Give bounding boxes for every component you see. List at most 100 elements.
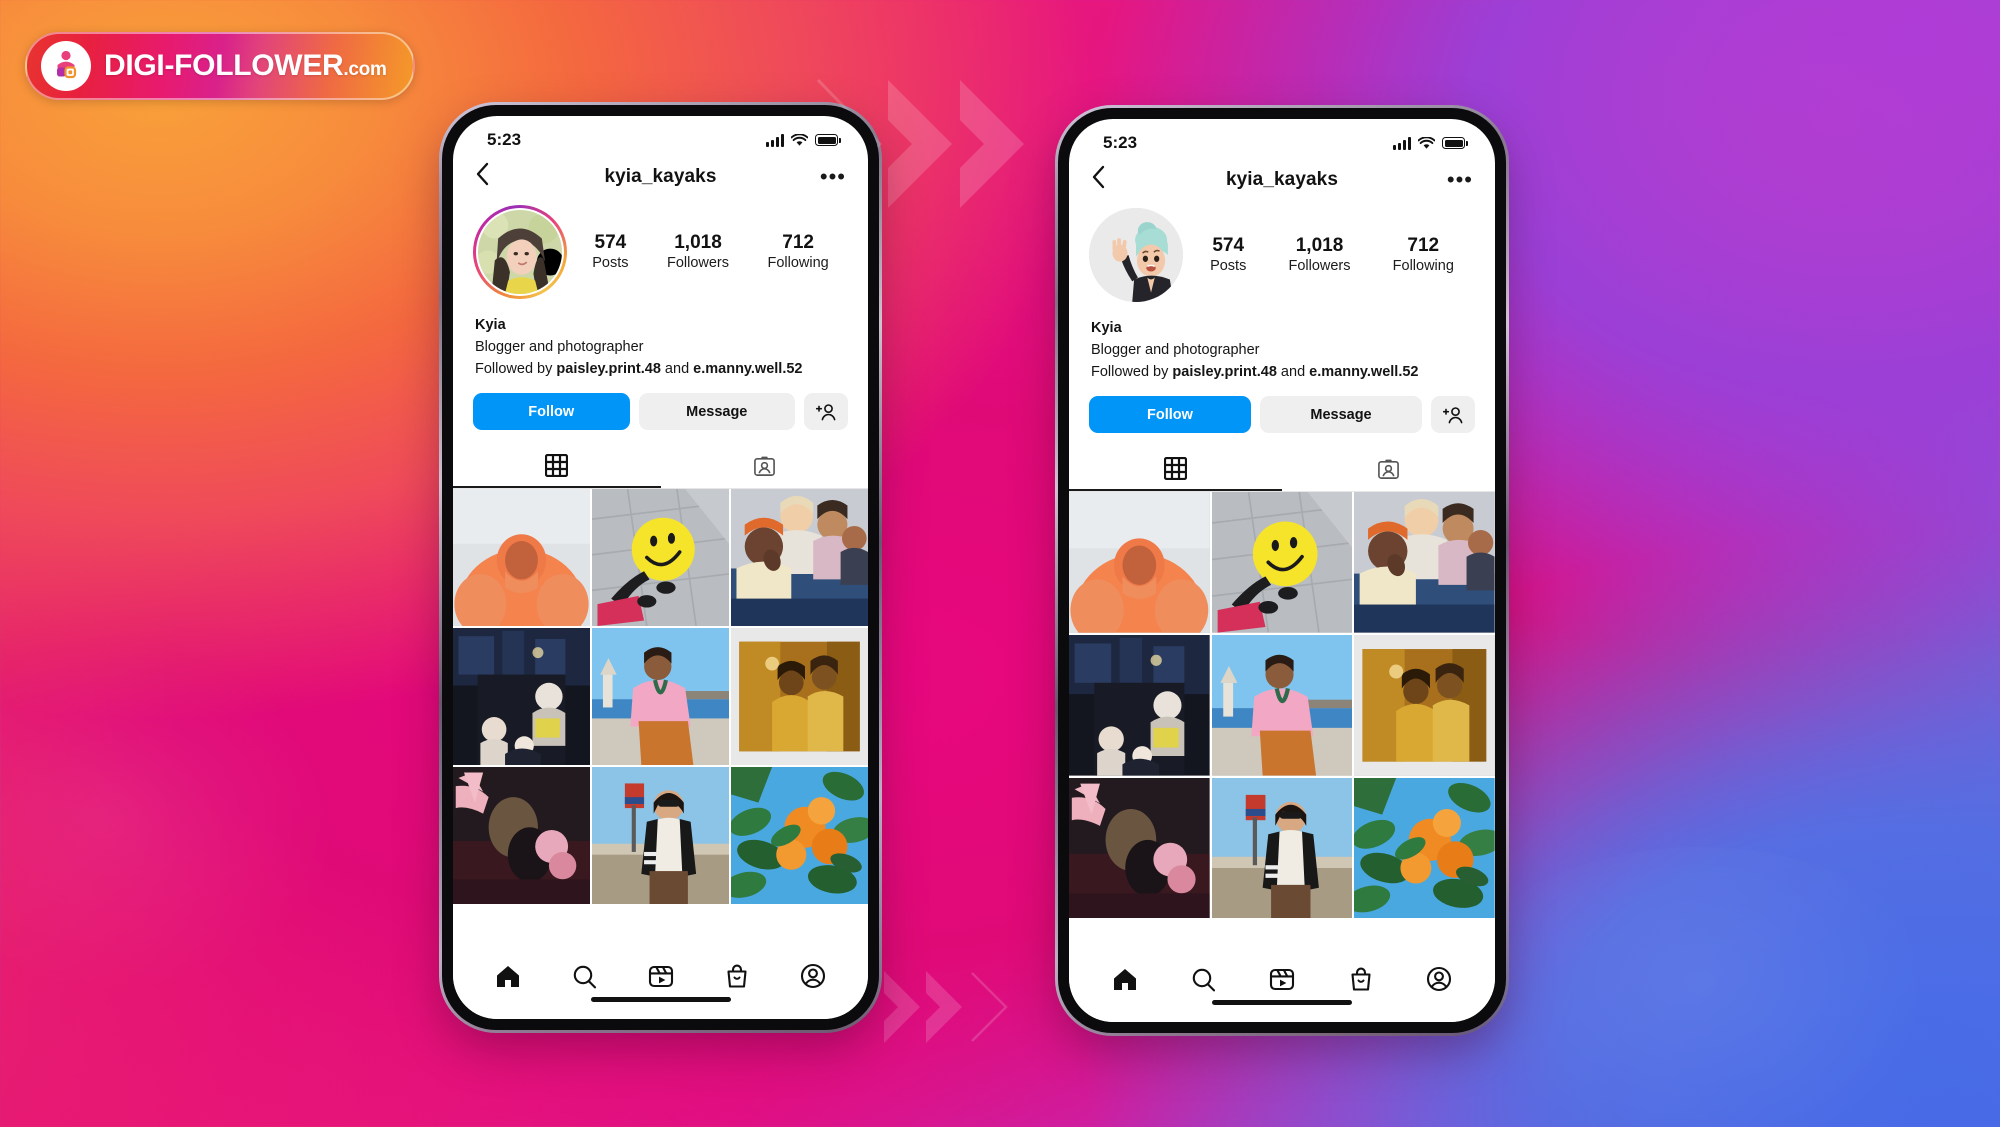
followed-by-prefix: Followed by [1091,363,1173,380]
grid-photo-8[interactable] [592,767,729,905]
grid-photo-5[interactable] [1211,634,1353,776]
stat-following-label: Following [767,255,829,272]
reels-icon[interactable] [1269,967,1295,992]
grid-photo-6[interactable] [731,628,868,766]
grid-photo-5[interactable] [592,628,729,766]
profile-header: kyia_kayaks ••• [1069,155,1495,202]
profile-description: Blogger and photographer [1091,341,1260,358]
grid-photo-4[interactable] [1069,634,1210,776]
home-icon[interactable] [1112,967,1138,992]
profile-bio: Kyia Blogger and photographer Followed b… [1069,302,1495,383]
status-time: 5:23 [487,130,522,149]
followed-by-user-2[interactable]: e.manny.well.52 [693,361,802,377]
profile-tabs [1069,448,1495,493]
grid-photo-7[interactable] [453,767,590,905]
grid-photo-1[interactable] [453,489,590,627]
tab-tagged[interactable] [1282,448,1495,491]
brand-logo-tld: .com [343,59,387,80]
chevron-left-icon[interactable] [475,162,505,191]
battery-full-icon [815,134,841,146]
grid-photo-1[interactable] [1069,492,1210,633]
profile-stats: 574 Posts 1,018 Followers 712 Following [1183,234,1475,277]
stat-followers-label: Followers [1288,258,1351,275]
profile-bio: Kyia Blogger and photographer Followed b… [453,299,868,380]
reels-icon[interactable] [648,964,674,989]
photo-grid [1069,492,1495,919]
profile-icon[interactable] [800,963,826,989]
photo-grid [453,489,868,905]
grid-photo-6[interactable] [1354,634,1495,776]
profile-summary-row: 574 Posts 1,018 Followers 712 Following [1069,202,1495,302]
grid-photo-8[interactable] [1211,777,1353,919]
stat-following[interactable]: 712 Following [767,231,828,274]
profile-description: Blogger and photographer [475,338,644,355]
status-bar: 5:23 [1069,119,1495,155]
phone-right: 5:23 kyia_kayaks ••• 574 Posts 1,018 Fol… [1055,105,1509,1036]
stat-posts[interactable]: 574 Posts [592,231,628,274]
grid-photo-4[interactable] [453,628,590,766]
follow-button[interactable]: Follow [473,393,630,431]
tab-tagged[interactable] [661,445,869,488]
stat-posts-label: Posts [1210,258,1247,275]
home-indicator [1069,1000,1495,1022]
cellular-signal-icon [1393,136,1411,150]
avatar[interactable] [1089,208,1183,302]
page-title: kyia_kayaks [1225,168,1339,190]
profile-summary-row: 574 Posts 1,018 Followers 712 Following [453,199,868,299]
stat-following-value: 712 [1407,234,1440,256]
home-icon[interactable] [495,964,521,989]
grid-photo-7[interactable] [1069,777,1210,919]
more-options-icon[interactable]: ••• [1443,168,1473,190]
profile-display-name: Kyia [1091,320,1122,336]
avatar[interactable] [473,205,567,299]
brand-logo[interactable]: DIGI-FOLLOWER.com [25,32,415,100]
profile-display-name: Kyia [475,317,506,333]
shop-icon[interactable] [725,964,749,989]
stat-following-label: Following [1392,258,1454,275]
grid-photo-9[interactable] [1354,777,1495,919]
profile-icon[interactable] [1426,966,1452,992]
search-icon[interactable] [572,964,597,989]
grid-tab-icon [545,454,569,478]
stat-posts-value: 574 [1212,234,1245,256]
add-person-button[interactable] [1431,396,1475,434]
stat-followers[interactable]: 1,018 Followers [1288,234,1350,277]
stat-posts[interactable]: 574 Posts [1210,234,1246,277]
stat-followers-label: Followers [666,255,730,272]
grid-photo-3[interactable] [731,489,868,627]
followed-by-user-1[interactable]: paisley.print.48 [1172,364,1277,380]
instagram-profile-screen-right: 5:23 kyia_kayaks ••• 574 Posts 1,018 Fol… [1069,119,1495,1022]
profile-stats: 574 Posts 1,018 Followers 712 Following [567,231,848,274]
bottom-navigation [1069,954,1495,1000]
phone-left: 5:23 kyia_kayaks ••• 574 Posts 1,018 Fol… [439,102,882,1033]
wifi-icon [1418,136,1435,149]
followed-by-user-2[interactable]: e.manny.well.52 [1309,364,1418,380]
grid-photo-2[interactable] [592,489,729,627]
message-button[interactable]: Message [638,393,795,431]
grid-photo-2[interactable] [1211,492,1353,633]
status-bar: 5:23 [453,116,868,152]
tab-grid[interactable] [453,445,661,489]
status-time: 5:23 [1103,133,1138,152]
stat-followers[interactable]: 1,018 Followers [667,231,729,274]
chevron-right-decoration-bottom [884,971,1008,1043]
message-button[interactable]: Message [1260,396,1422,434]
tab-grid[interactable] [1069,448,1282,492]
brand-logo-name: DIGI-FOLLOWER [104,49,344,82]
page-title: kyia_kayaks [604,165,717,187]
shop-icon[interactable] [1349,967,1373,992]
search-icon[interactable] [1191,967,1216,992]
chevron-left-icon[interactable] [1091,165,1121,194]
stat-following-value: 712 [782,231,814,253]
profile-tabs [453,445,869,490]
grid-photo-3[interactable] [1354,492,1495,633]
followed-by-join: and [1276,363,1310,380]
stat-followers-value: 1,018 [1295,234,1344,256]
stat-following[interactable]: 712 Following [1393,234,1454,277]
grid-photo-9[interactable] [731,767,868,905]
add-person-button[interactable] [804,393,848,431]
more-options-icon[interactable]: ••• [816,165,846,187]
followed-by-user-1[interactable]: paisley.print.48 [556,361,661,377]
battery-full-icon [1442,137,1468,149]
follow-button[interactable]: Follow [1089,396,1251,434]
